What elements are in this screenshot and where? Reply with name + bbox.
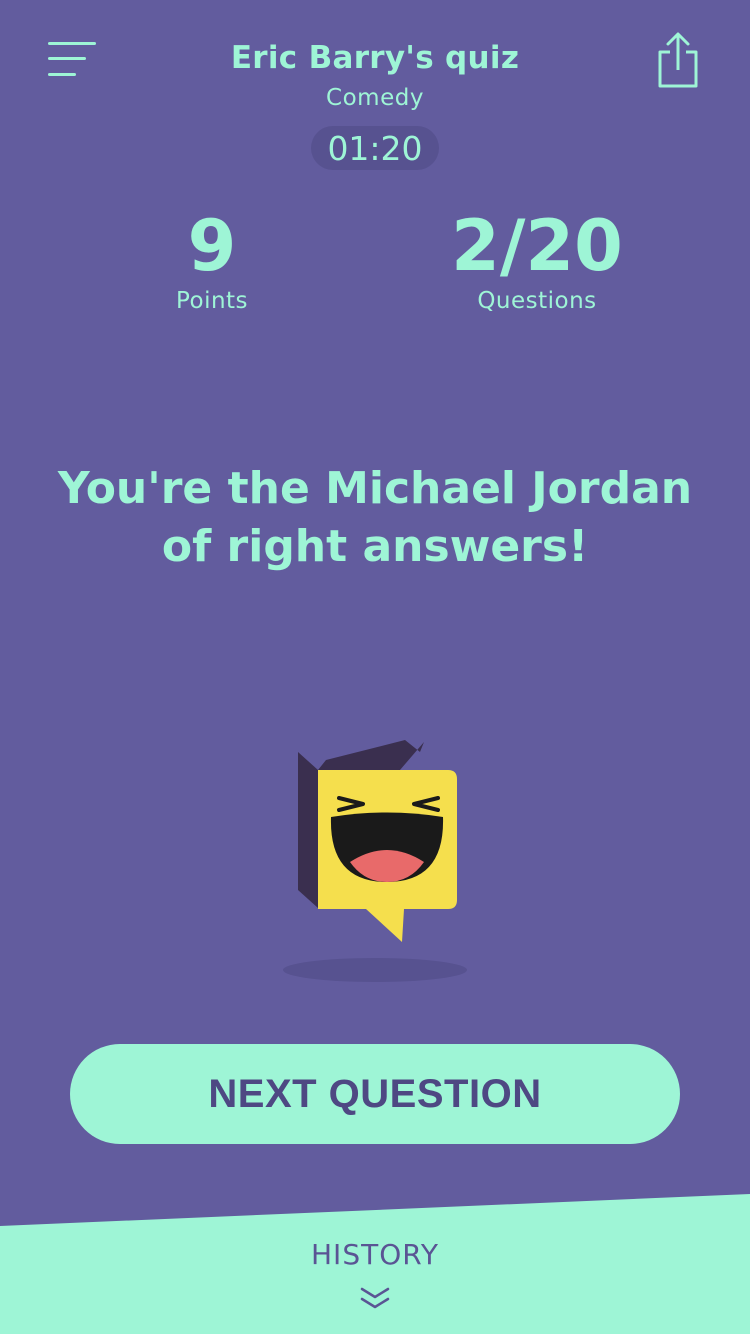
quiz-title: Eric Barry's quiz [230, 40, 520, 76]
points-value: 9 [187, 205, 237, 287]
next-question-button[interactable]: NEXT QUESTION [70, 1044, 680, 1144]
quiz-category: Comedy [326, 85, 424, 111]
share-icon [658, 32, 698, 88]
questions-value: 2/20 [451, 205, 623, 287]
history-label: HISTORY [311, 1238, 439, 1271]
share-button[interactable] [652, 28, 704, 92]
points-stat: 9 Points [92, 208, 332, 314]
history-panel[interactable]: HISTORY [0, 1190, 750, 1334]
questions-label: Questions [477, 288, 597, 314]
points-label: Points [175, 288, 249, 314]
double-chevron-down-icon [360, 1287, 390, 1309]
feedback-message: You're the Michael Jordan of right answe… [57, 463, 693, 572]
questions-stat: 2/20 Questions [417, 208, 657, 314]
timer-badge: 01:20 [311, 126, 439, 170]
laughing-speech-bubble-icon [270, 730, 490, 990]
next-question-label: NEXT QUESTION [208, 1071, 542, 1116]
timer-value: 01:20 [327, 128, 423, 168]
